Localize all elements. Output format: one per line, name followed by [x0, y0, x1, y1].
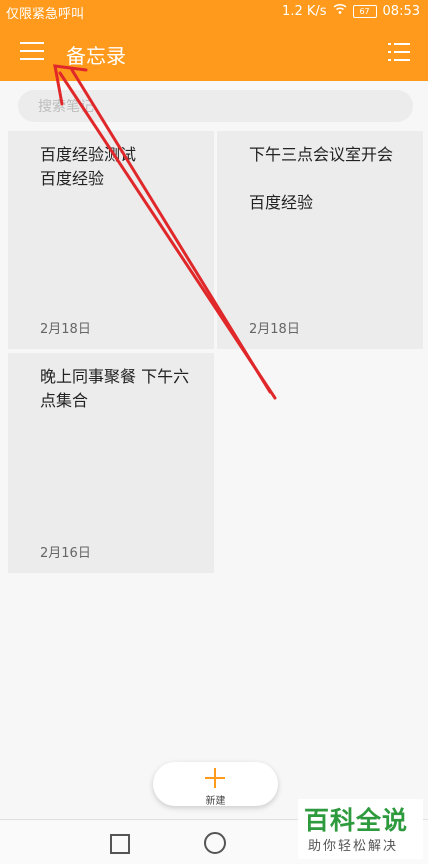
wifi-icon — [333, 3, 347, 19]
clock: 08:53 — [382, 3, 420, 19]
battery-icon: 67 — [352, 4, 377, 18]
new-note-button[interactable]: 新建 — [153, 762, 278, 807]
home-icon[interactable] — [204, 832, 226, 854]
new-note-label: 新建 — [205, 796, 226, 807]
plus-icon — [205, 768, 225, 788]
note-date: 2月18日 — [249, 322, 300, 337]
app-bar: 备忘录 — [0, 24, 428, 81]
recent-apps-icon[interactable] — [110, 834, 130, 854]
list-view-icon[interactable] — [388, 43, 410, 61]
search-bar[interactable] — [18, 90, 413, 122]
note-text: 晚上同事聚餐 下午六点集合 — [40, 367, 190, 410]
status-right: 1.2 K/s 67 08:53 — [282, 3, 420, 19]
watermark-logo: 百科全说 助你轻松解决 — [298, 799, 423, 859]
network-speed: 1.2 K/s — [282, 3, 327, 19]
note-date: 2月16日 — [40, 546, 91, 561]
note-card[interactable]: 下午三点会议室开会 百度经验 2月18日 — [217, 131, 423, 349]
watermark-main: 百科全说 — [304, 806, 409, 835]
note-card[interactable]: 百度经验测试 百度经验 2月18日 — [8, 131, 214, 349]
note-card[interactable]: 晚上同事聚餐 下午六点集合 2月16日 — [8, 353, 214, 573]
page-title: 备忘录 — [66, 44, 126, 68]
watermark-sub: 助你轻松解决 — [308, 839, 399, 854]
note-text: 百度经验测试 百度经验 — [40, 145, 137, 188]
hamburger-menu-icon[interactable] — [20, 42, 44, 62]
note-text: 下午三点会议室开会 百度经验 — [249, 145, 394, 212]
search-input[interactable] — [36, 96, 400, 118]
carrier-status: 仅限紧急呼叫 — [6, 7, 85, 22]
note-date: 2月18日 — [40, 322, 91, 337]
status-bar: 仅限紧急呼叫 1.2 K/s 67 08:53 — [0, 0, 428, 24]
